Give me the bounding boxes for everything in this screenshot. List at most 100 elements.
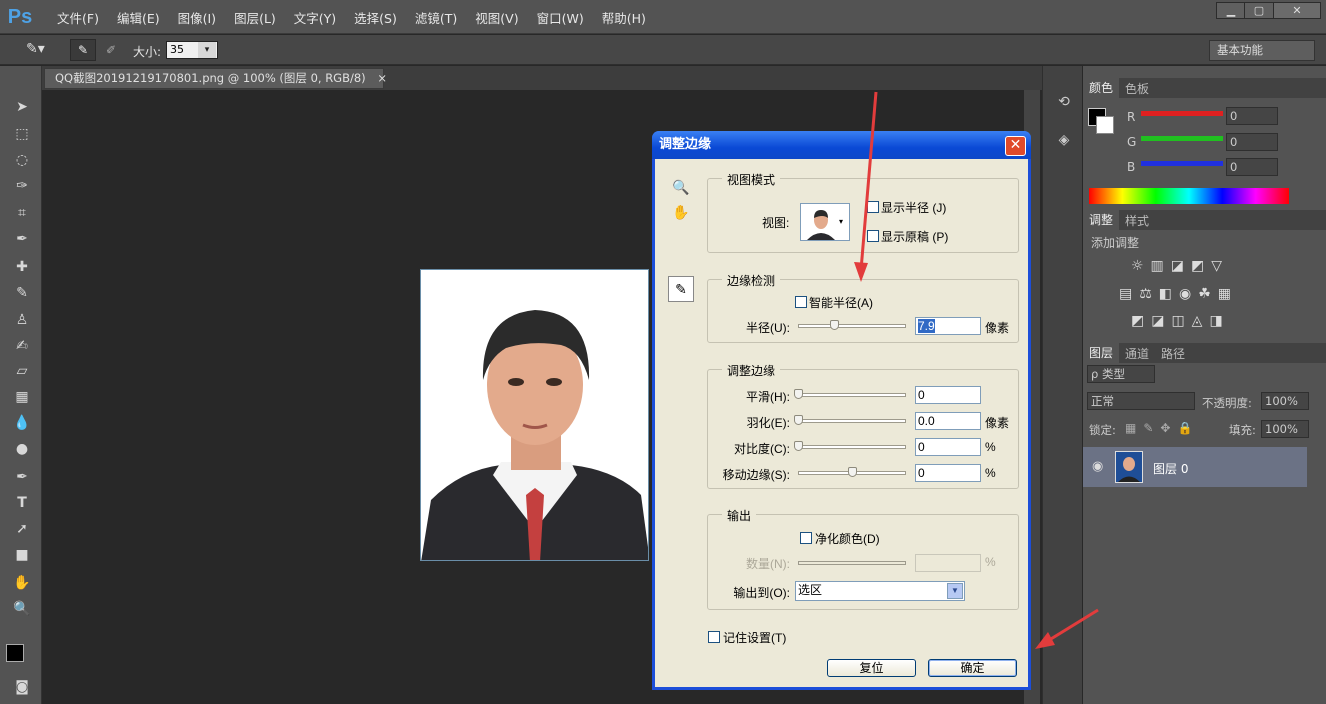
channel-r-slider[interactable] [1141, 111, 1223, 116]
path-select-tool-icon[interactable]: ➚ [9, 518, 35, 540]
hand-tool-icon[interactable]: ✋ [9, 572, 35, 594]
erase-refine-icon[interactable]: ✐ [100, 39, 122, 61]
dialog-close-button[interactable]: ✕ [1005, 136, 1026, 156]
channel-b-slider[interactable] [1141, 161, 1223, 166]
color-spectrum-bar[interactable] [1089, 188, 1289, 204]
adjust-row-input[interactable]: 0.0 [915, 412, 981, 430]
radius-input[interactable]: 7.9 [915, 317, 981, 335]
minimize-button[interactable]: ▁ [1216, 2, 1246, 19]
document-tab[interactable]: QQ截图20191219170801.png @ 100% (图层 0, RGB… [44, 68, 387, 89]
healing-tool-icon[interactable]: ✚ [9, 256, 35, 278]
tab-adjustments[interactable]: 调整 [1083, 210, 1120, 230]
tab-styles[interactable]: 样式 [1119, 212, 1155, 229]
adjust-row-slider-track[interactable] [798, 393, 906, 397]
close-tab-icon[interactable]: × [377, 71, 387, 85]
radius-slider-track[interactable] [798, 324, 906, 328]
dodge-tool-icon[interactable]: ● [9, 438, 35, 460]
stamp-tool-icon[interactable]: ♙ [9, 309, 35, 331]
brush-preset-icon[interactable]: ✎▾ [26, 41, 60, 59]
foreground-color-swatch[interactable] [6, 644, 24, 662]
visibility-eye-icon[interactable]: ◉ [1092, 459, 1103, 474]
move-tool-icon[interactable]: ➤ [9, 96, 35, 118]
smart-radius-checkbox[interactable] [795, 296, 807, 308]
opacity-input[interactable]: 100% [1261, 392, 1309, 410]
hand-icon[interactable]: ✋ [672, 204, 689, 221]
menu-help[interactable]: 帮助(H) [593, 8, 655, 27]
adjust-row-input[interactable]: 0 [915, 386, 981, 404]
decontaminate-checkbox[interactable] [800, 532, 812, 544]
layer-row[interactable]: ◉ 图层 0 [1083, 447, 1307, 487]
adjust-row-input[interactable]: 0 [915, 464, 981, 482]
ok-button[interactable]: 确定 [928, 659, 1017, 677]
layer-name[interactable]: 图层 0 [1153, 460, 1188, 477]
adjust-row-slider-thumb[interactable] [794, 441, 803, 451]
workspace-select[interactable]: 基本功能 [1209, 40, 1315, 61]
size-dropdown-icon[interactable]: ▾ [198, 42, 216, 58]
menu-layer[interactable]: 图层(L) [225, 8, 285, 27]
radius-slider-thumb[interactable] [829, 320, 839, 330]
output-dropdown-icon[interactable]: ▼ [947, 583, 963, 599]
pen-tool-icon[interactable]: ✒ [9, 466, 35, 488]
layer-filter-select[interactable]: ρ 类型 [1087, 365, 1155, 383]
channel-b-value[interactable]: 0 [1226, 158, 1278, 176]
remember-settings-checkbox[interactable] [708, 631, 720, 643]
adjust-row-slider-track[interactable] [798, 445, 906, 449]
show-original-checkbox[interactable] [867, 230, 879, 242]
adjustment-icons-row-1[interactable]: ☼▥◪◩▽ [1131, 258, 1229, 274]
view-select[interactable]: ▾ [800, 203, 850, 241]
menu-filter[interactable]: 滤镜(T) [406, 8, 466, 27]
document-image[interactable] [420, 269, 649, 561]
adjust-row-slider-thumb[interactable] [794, 415, 803, 425]
fill-input[interactable]: 100% [1261, 420, 1309, 438]
3d-panel-icon[interactable]: ◈ [1053, 132, 1075, 154]
tab-swatches[interactable]: 色板 [1119, 80, 1155, 97]
blur-tool-icon[interactable]: 💧 [9, 412, 35, 434]
adjustment-icons-row-3[interactable]: ◩◪◫◬◨ [1131, 313, 1230, 329]
lasso-tool-icon[interactable]: ◌ [9, 149, 35, 171]
eraser-tool-icon[interactable]: ▱ [9, 360, 35, 382]
history-brush-tool-icon[interactable]: ✍ [9, 335, 35, 357]
channel-g-value[interactable]: 0 [1226, 133, 1278, 151]
adjust-row-slider-track[interactable] [798, 419, 906, 423]
menu-file[interactable]: 文件(F) [48, 8, 108, 27]
zoom-tool-icon[interactable]: 🔍 [9, 598, 35, 620]
brush-tool-icon[interactable]: ✎ [9, 282, 35, 304]
quick-select-tool-icon[interactable]: ✑ [9, 175, 35, 197]
window-close-button[interactable]: ✕ [1273, 2, 1321, 19]
history-panel-icon[interactable]: ⟲ [1053, 94, 1075, 116]
color-bg-swatch[interactable] [1096, 116, 1114, 134]
tab-paths[interactable]: 路径 [1155, 345, 1191, 362]
shape-tool-icon[interactable]: ■ [9, 544, 35, 566]
menu-view[interactable]: 视图(V) [466, 8, 527, 27]
show-radius-checkbox[interactable] [867, 201, 879, 213]
reset-button[interactable]: 复位 [827, 659, 916, 677]
type-tool-icon[interactable]: T [9, 492, 35, 514]
lock-icons[interactable]: ▦✎✥🔒 [1125, 421, 1199, 435]
tab-color[interactable]: 颜色 [1083, 78, 1120, 98]
eyedropper-tool-icon[interactable]: ✒ [9, 228, 35, 250]
adjust-row-input[interactable]: 0 [915, 438, 981, 456]
channel-g-slider[interactable] [1141, 136, 1223, 141]
adjust-row-slider-thumb[interactable] [848, 467, 857, 477]
menu-select[interactable]: 选择(S) [345, 8, 406, 27]
tab-channels[interactable]: 通道 [1119, 345, 1155, 362]
tab-layers[interactable]: 图层 [1083, 343, 1120, 363]
channel-r-value[interactable]: 0 [1226, 107, 1278, 125]
view-dropdown-icon[interactable]: ▾ [839, 217, 843, 226]
zoom-icon[interactable]: 🔍 [672, 179, 689, 196]
maximize-button[interactable]: ▢ [1244, 2, 1274, 19]
quick-mask-icon[interactable]: ◙ [9, 676, 35, 698]
menu-type[interactable]: 文字(Y) [285, 8, 345, 27]
refine-brush-icon[interactable]: ✎ [70, 39, 96, 61]
menu-window[interactable]: 窗口(W) [528, 8, 593, 27]
adjust-row-slider-thumb[interactable] [794, 389, 803, 399]
menu-image[interactable]: 图像(I) [169, 8, 225, 27]
gradient-tool-icon[interactable]: ▦ [9, 386, 35, 408]
menu-edit[interactable]: 编辑(E) [108, 8, 169, 27]
crop-tool-icon[interactable]: ⌗ [9, 202, 35, 224]
blend-mode-select[interactable]: 正常 [1087, 392, 1195, 410]
refine-radius-brush-icon[interactable]: ✎ [668, 276, 694, 302]
marquee-tool-icon[interactable]: ⬚ [9, 123, 35, 145]
output-to-select[interactable]: 选区 ▼ [795, 581, 965, 601]
adjustment-icons-row-2[interactable]: ▤⚖◧◉☘▦ [1119, 286, 1238, 302]
